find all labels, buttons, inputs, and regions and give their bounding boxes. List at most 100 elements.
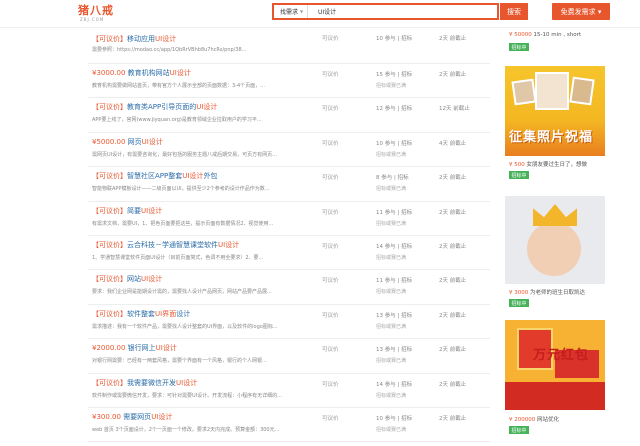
list-item-mode: 可议价 — [322, 209, 339, 216]
list-item-mode: 可议价 — [322, 243, 339, 250]
sidebar-banner-image[interactable] — [505, 196, 605, 284]
list-item-stats: 14 参与 | 招标 — [376, 381, 413, 388]
list-item[interactable]: 【可议价】我需要微信开发UI设计 软件制作或需要微信开发，要求：可针对需要UI设计… — [88, 374, 490, 408]
list-item-status: 招标或赛已满 — [376, 289, 407, 296]
search-category-label: 找需求 — [280, 9, 299, 16]
list-item-deadline: 2天 前截止 — [439, 36, 467, 42]
list-item-title[interactable]: ¥5000.00 网页UI设计 — [92, 137, 163, 147]
list-item-title[interactable]: 【可议价】简要UI设计 — [92, 206, 162, 216]
sidebar-card-price: ¥ 50000 — [509, 32, 532, 38]
sidebar-card-title: 网站优化 — [537, 417, 560, 423]
list-item-desc: APP要上线了，官网(www.jiyquan.org)是教育领域企业拉取用户的学… — [92, 117, 262, 124]
crown-icon — [533, 204, 577, 226]
list-item-desc: 需网页UI设计，有需要咨询化，最好包括的服务主题八戒后期交易，可页方有网页... — [92, 151, 277, 158]
list-item-desc: 有需求文档，需要UI，1、把色页面要把这些，提示页面有数据情况2、视觉使用... — [92, 220, 274, 227]
negotiable-tag: 【可议价】 — [92, 240, 127, 249]
title-highlight: UI设计 — [141, 275, 163, 284]
list-item[interactable]: 【可议价】软件整套UI界面设计 需求描述：我有一个软件产品，需要找人设计整套的UI… — [88, 305, 490, 340]
negotiable-tag: 【可议价】 — [92, 172, 127, 181]
list-item-title[interactable]: ¥2000.00 银行网上UI设计 — [92, 343, 177, 353]
sidebar-card-meta: ¥ 200000 网站优化 — [509, 415, 559, 423]
list-item-stats: 10 参与 | 招标 — [376, 415, 413, 422]
list-item-mode: 可议价 — [322, 72, 339, 78]
sidebar-card-title: 15-10 min , short — [533, 32, 581, 38]
list-item[interactable]: ¥2000.00 银行网上UI设计对银行网需要：已经有一两套风格，需要个界面有一… — [88, 339, 490, 374]
list-item-deadline: 2天 前截止 — [439, 72, 467, 78]
list-item-status: 招标或赛已满 — [376, 392, 407, 399]
demand-list: 【可议价】移动应用UI设计需要参照：https://modao.cc/app/1… — [88, 28, 490, 443]
list-item-title[interactable]: 【可议价】教育类APP引导页面的UI设计 — [92, 102, 217, 112]
search-button[interactable]: 搜索 — [500, 3, 528, 20]
list-item-status: 招标或赛已满 — [376, 83, 407, 89]
title-highlight: UI设计 — [218, 240, 240, 249]
list-item-deadline: 2天 前截止 — [439, 175, 467, 182]
list-item-desc: 对银行网需要：已经有一两套风格，需要个界面有一个风格，银行的个人网银... — [92, 358, 267, 365]
list-item-title[interactable]: 【可议价】软件整套UI界面设计 — [92, 309, 190, 319]
title-text: 需要网页 — [123, 412, 152, 421]
list-item[interactable]: 【可议价】云合科技－学通智慧课堂软件UI设计 1、学通智慧课堂软件页面UI设计（目… — [88, 236, 490, 271]
list-item[interactable]: ¥300.00 需要网页UI设计 web 首页 3个页面设计，2个一页面一个修改。… — [88, 408, 490, 443]
list-item-status: 招标或赛已满 — [376, 426, 407, 433]
photo-image — [535, 72, 569, 110]
list-item-title[interactable]: 【可议价】网站UI设计 — [92, 274, 162, 284]
site-logo-sub: ZBJ.COM — [80, 17, 105, 22]
list-item-mode: 可议价 — [322, 278, 339, 285]
list-item-title[interactable]: 【可议价】智慧社区APP整套UI设计外包 — [92, 171, 217, 181]
list-item-title[interactable]: 【可议价】我需要微信开发UI设计 — [92, 378, 197, 388]
list-item-title[interactable]: ¥300.00 需要网页UI设计 — [92, 412, 172, 422]
title-text: 云合科技－学通智慧课堂软件 — [127, 240, 218, 249]
list-item-title[interactable]: 【可议价】云合科技－学通智慧课堂软件UI设计 — [92, 240, 239, 250]
sidebar-banner-image[interactable]: 万元红包 — [505, 320, 605, 410]
list-item[interactable]: ¥3000.00 教育机构网站UI设计教育机构需要做网站首页，带有官方个人展示全… — [88, 64, 490, 99]
sidebar-card[interactable]: ¥ 200000 网站优化 招标中 — [505, 412, 605, 442]
list-item-stats: 12 参与 | 招标 — [376, 106, 413, 113]
list-item-mode: 可议价 — [322, 36, 339, 42]
list-item-mode: 可议价 — [322, 106, 339, 113]
list-item[interactable]: 【可议价】网站UI设计要求：我们企业网是能期设计需的，需要找人设计产品网页，网站… — [88, 270, 490, 305]
sidebar-card[interactable]: ¥ 3000 为老师的班生日取凯达 招标中 — [505, 286, 605, 316]
list-item-mode: 可议价 — [322, 140, 339, 147]
title-text: 简要 — [127, 206, 141, 215]
list-item-deadline: 2天 前截止 — [439, 278, 467, 285]
sidebar-banner-image[interactable]: 征集照片祝福 — [505, 66, 605, 156]
list-item[interactable]: ¥5000.00 网页UI设计需网页UI设计，有需要咨询化，最好包括的服务主题八… — [88, 133, 490, 168]
search-input[interactable] — [308, 5, 497, 18]
negotiable-tag: 【可议价】 — [92, 206, 127, 215]
status-badge: 招标中 — [509, 43, 529, 51]
list-item-desc: 要求：我们企业网是能期设计需的，需要找人设计产品网页，网站产品要产品展... — [92, 289, 272, 296]
title-highlight: UI界面 — [155, 309, 177, 318]
sidebar-card[interactable]: ¥ 500 女朋友要过生日了，想做 招标中 — [505, 158, 605, 188]
list-item-stats: 13 参与 | 招标 — [376, 312, 413, 319]
list-item-mode: 可议价 — [322, 381, 339, 388]
title-highlight: UI设计 — [196, 103, 218, 112]
status-badge: 招标中 — [509, 426, 529, 434]
list-item-title[interactable]: 【可议价】移动应用UI设计 — [92, 34, 176, 44]
negotiable-tag: 【可议价】 — [92, 35, 127, 43]
list-item-stats: 10 参与 | 招标 — [376, 36, 413, 42]
list-item[interactable]: 【可议价】教育类APP引导页面的UI设计 APP要上线了，官网(www.jiyqu… — [88, 98, 490, 133]
post-demand-button[interactable]: 免费发需求 ▾ — [552, 3, 610, 20]
chevron-down-icon: ▼ — [300, 9, 304, 14]
list-item-desc: 需要参照：https://modao.cc/app/1QbRrVBhb8u7hc… — [92, 47, 247, 53]
list-item[interactable]: 【可议价】智慧社区APP整套UI设计外包 智能物联APP模板设计——二级页面以UI… — [88, 167, 490, 202]
site-logo[interactable]: 猪八戒 — [78, 2, 114, 18]
top-header: 猪八戒 ZBJ.COM 找需求 ▼ 搜索 免费发需求 ▾ — [0, 0, 640, 28]
banner-text: 征集照片祝福 — [509, 130, 594, 145]
title-text: 教育机构网站 — [127, 69, 170, 77]
sidebar-card[interactable]: ¥ 50000 15-10 min , short 招标中 — [505, 28, 605, 60]
title-text: 软件整套 — [127, 309, 155, 318]
list-item-stats: 15 参与 | 招标 — [376, 72, 413, 78]
list-item-desc: 教育机构需要做网站首页，带有官方个人展示全部的页面数据：3-4个页面，... — [92, 83, 265, 89]
sidebar-card-meta: ¥ 500 女朋友要过生日了，想做 — [509, 160, 587, 168]
title-text: 我需要微信开发 — [127, 378, 176, 387]
photo-image — [511, 78, 537, 106]
list-item-title[interactable]: ¥3000.00 教育机构网站UI设计 — [92, 68, 191, 78]
list-item-stats: 8 参与 | 招标 — [376, 175, 409, 182]
search-category-select[interactable]: 找需求 ▼ — [274, 5, 308, 18]
banner-text: 万元红包 — [533, 348, 590, 363]
title-highlight: UI设计 — [155, 35, 177, 43]
list-item[interactable]: 【可议价】简要UI设计有需求文档，需要UI，1、把色页面要把这些，提示页面有数据… — [88, 202, 490, 236]
list-item[interactable]: 【可议价】移动应用UI设计需要参照：https://modao.cc/app/1… — [88, 28, 490, 64]
negotiable-tag: 【可议价】 — [92, 378, 127, 387]
status-badge: 招标中 — [509, 299, 529, 307]
